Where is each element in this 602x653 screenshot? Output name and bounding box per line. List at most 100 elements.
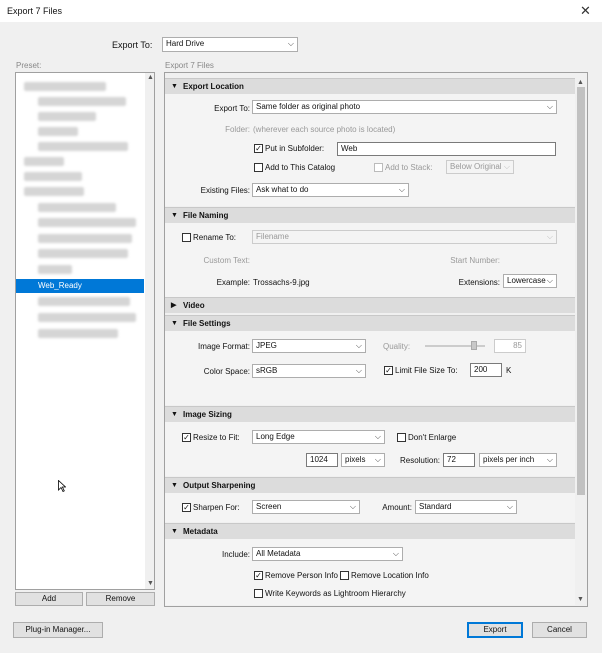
preset-folder[interactable] bbox=[24, 82, 106, 91]
section-output-sharpening[interactable]: ▼ Output Sharpening bbox=[165, 477, 575, 493]
write-keywords-label: Write Keywords as Lightroom Hierarchy bbox=[265, 589, 406, 598]
put-in-subfolder-label: Put in Subfolder: bbox=[265, 144, 325, 153]
remove-location-info-label: Remove Location Info bbox=[351, 571, 429, 580]
stack-position-select[interactable]: Below Original ⌵ bbox=[446, 160, 514, 174]
close-icon[interactable]: ✕ bbox=[580, 3, 591, 19]
quality-label: Quality: bbox=[383, 342, 411, 351]
title-bar bbox=[0, 0, 602, 22]
section-file-naming[interactable]: ▼ File Naming bbox=[165, 207, 575, 223]
preset-item[interactable] bbox=[38, 97, 126, 106]
write-keywords-checkbox[interactable] bbox=[254, 589, 263, 598]
quality-input[interactable]: 85 bbox=[494, 339, 526, 353]
export-to-select[interactable]: Hard Drive ⌵ bbox=[162, 37, 298, 52]
preset-item-selected[interactable]: Web_Ready bbox=[16, 279, 144, 293]
preset-item[interactable] bbox=[38, 313, 136, 322]
scroll-down-icon[interactable]: ▼ bbox=[147, 580, 154, 587]
resolution-label: Resolution: bbox=[399, 456, 440, 465]
resolution-input[interactable]: 72 bbox=[443, 453, 475, 467]
rename-to-checkbox[interactable] bbox=[182, 233, 191, 242]
remove-preset-button[interactable]: Remove bbox=[86, 592, 155, 606]
add-to-stack-label: Add to Stack: bbox=[385, 163, 433, 172]
add-preset-button[interactable]: Add bbox=[15, 592, 83, 606]
preset-item[interactable] bbox=[38, 249, 128, 258]
resolution-unit-value: pixels per inch bbox=[483, 455, 535, 464]
put-in-subfolder-checkbox[interactable]: ✓ bbox=[254, 144, 263, 153]
color-space-select[interactable]: sRGB ⌵ bbox=[252, 364, 366, 378]
dont-enlarge-checkbox[interactable] bbox=[397, 433, 406, 442]
section-metadata[interactable]: ▼ Metadata bbox=[165, 523, 575, 539]
preset-item[interactable] bbox=[38, 234, 132, 243]
limit-file-size-checkbox[interactable]: ✓ bbox=[384, 366, 393, 375]
export-button[interactable]: Export bbox=[467, 622, 523, 638]
chevron-down-icon: ⌵ bbox=[503, 162, 510, 171]
amount-label: Amount: bbox=[382, 503, 412, 512]
cancel-button[interactable]: Cancel bbox=[532, 622, 587, 638]
rename-template-select[interactable]: Filename ⌵ bbox=[252, 230, 557, 244]
section-title: Export Location bbox=[183, 82, 244, 91]
export-to-label: Export To: bbox=[112, 40, 153, 50]
preset-item[interactable] bbox=[38, 142, 128, 151]
extensions-select[interactable]: Lowercase ⌵ bbox=[503, 274, 557, 288]
resize-mode-select[interactable]: Long Edge ⌵ bbox=[252, 430, 385, 444]
section-title: Metadata bbox=[183, 527, 218, 536]
chevron-down-icon: ⌵ bbox=[546, 276, 553, 285]
section-title: Output Sharpening bbox=[183, 481, 256, 490]
image-format-select[interactable]: JPEG ⌵ bbox=[252, 339, 366, 353]
limit-file-size-input[interactable]: 200 bbox=[470, 363, 502, 377]
chevron-down-icon: ⌵ bbox=[355, 341, 362, 350]
chevron-down-icon: ⌵ bbox=[546, 102, 553, 111]
preset-scrollbar[interactable] bbox=[145, 73, 154, 589]
amount-value: Standard bbox=[419, 502, 452, 511]
existing-files-select[interactable]: Ask what to do ⌵ bbox=[252, 183, 409, 197]
preset-item[interactable] bbox=[38, 203, 116, 212]
color-space-value: sRGB bbox=[256, 366, 278, 375]
preset-folder[interactable] bbox=[24, 172, 82, 181]
existing-files-label: Existing Files: bbox=[200, 186, 250, 195]
preset-item[interactable] bbox=[38, 329, 118, 338]
preset-item[interactable] bbox=[38, 218, 136, 227]
rename-to-label: Rename To: bbox=[193, 233, 236, 242]
preset-item[interactable] bbox=[38, 265, 72, 274]
chevron-down-icon: ⌵ bbox=[392, 549, 399, 558]
subfolder-input[interactable]: Web bbox=[337, 142, 556, 156]
scroll-down-icon[interactable]: ▼ bbox=[577, 596, 584, 603]
section-image-sizing[interactable]: ▼ Image Sizing bbox=[165, 406, 575, 422]
preset-folder[interactable] bbox=[24, 157, 64, 166]
quality-slider-handle[interactable] bbox=[470, 341, 477, 350]
section-video[interactable]: ▶ Video bbox=[165, 297, 575, 313]
preset-folder[interactable] bbox=[24, 187, 84, 196]
section-export-location[interactable]: ▼ Export Location bbox=[165, 78, 575, 94]
preset-item[interactable] bbox=[38, 297, 130, 306]
chevron-down-icon: ⌵ bbox=[506, 502, 513, 511]
resize-to-fit-checkbox[interactable]: ✓ bbox=[182, 433, 191, 442]
preset-item[interactable] bbox=[38, 112, 96, 121]
section-file-settings[interactable]: ▼ File Settings bbox=[165, 315, 575, 331]
expanded-icon: ▼ bbox=[171, 83, 178, 90]
include-select[interactable]: All Metadata ⌵ bbox=[252, 547, 403, 561]
resolution-unit-select[interactable]: pixels per inch ⌵ bbox=[479, 453, 557, 467]
preset-item[interactable] bbox=[38, 127, 78, 136]
main-header: Export 7 Files bbox=[165, 61, 214, 70]
settings-scrollbar-thumb[interactable] bbox=[577, 87, 585, 495]
size-input[interactable]: 1024 bbox=[306, 453, 338, 467]
expanded-icon: ▼ bbox=[171, 528, 178, 535]
chevron-down-icon: ⌵ bbox=[355, 366, 362, 375]
location-export-to-select[interactable]: Same folder as original photo ⌵ bbox=[252, 100, 557, 114]
scroll-up-icon[interactable]: ▲ bbox=[147, 74, 154, 81]
sharpen-for-checkbox[interactable]: ✓ bbox=[182, 503, 191, 512]
remove-location-info-checkbox[interactable] bbox=[340, 571, 349, 580]
include-label: Include: bbox=[221, 550, 250, 559]
amount-select[interactable]: Standard ⌵ bbox=[415, 500, 517, 514]
plugin-manager-button[interactable]: Plug-in Manager... bbox=[13, 622, 103, 638]
add-to-catalog-checkbox[interactable] bbox=[254, 163, 263, 172]
scroll-up-icon[interactable]: ▲ bbox=[577, 79, 584, 86]
expanded-icon: ▼ bbox=[171, 320, 178, 327]
expanded-icon: ▼ bbox=[171, 212, 178, 219]
sharpen-for-value: Screen bbox=[256, 502, 282, 511]
stack-position-value: Below Original bbox=[450, 162, 502, 171]
remove-person-info-checkbox[interactable]: ✓ bbox=[254, 571, 263, 580]
location-export-to-value: Same folder as original photo bbox=[256, 102, 361, 111]
existing-files-value: Ask what to do bbox=[256, 185, 309, 194]
section-title: Image Sizing bbox=[183, 410, 232, 419]
add-to-stack-checkbox[interactable] bbox=[374, 163, 383, 172]
